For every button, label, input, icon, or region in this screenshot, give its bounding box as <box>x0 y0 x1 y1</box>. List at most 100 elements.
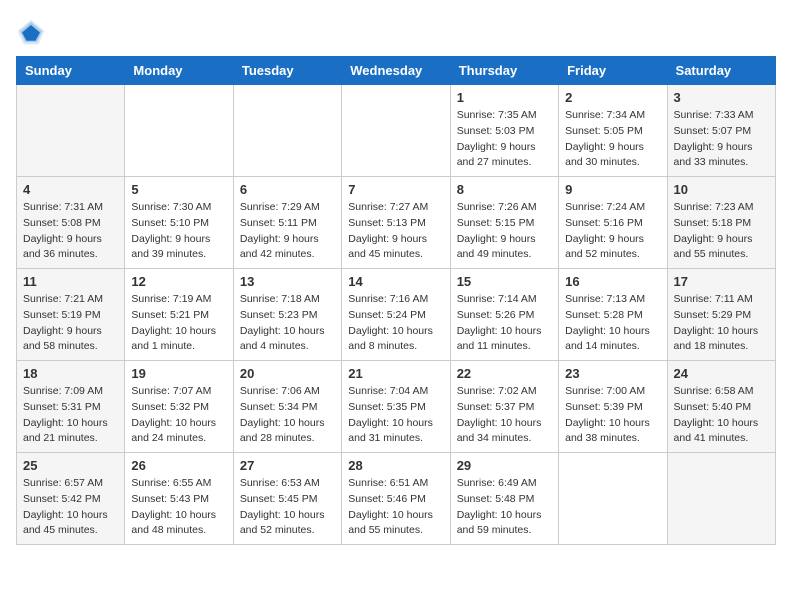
calendar-header-row: SundayMondayTuesdayWednesdayThursdayFrid… <box>17 57 776 85</box>
calendar-cell <box>17 85 125 177</box>
day-number: 5 <box>131 182 226 197</box>
calendar-cell: 10 Sunrise: 7:23 AM Sunset: 5:18 PM Dayli… <box>667 177 775 269</box>
day-info: Sunrise: 7:33 AM Sunset: 5:07 PM Dayligh… <box>674 108 769 171</box>
day-number: 8 <box>457 182 552 197</box>
calendar-cell <box>667 453 775 545</box>
day-header-thursday: Thursday <box>450 57 558 85</box>
day-info: Sunrise: 7:06 AM Sunset: 5:34 PM Dayligh… <box>240 384 335 447</box>
day-info: Sunrise: 7:02 AM Sunset: 5:37 PM Dayligh… <box>457 384 552 447</box>
calendar-cell: 5 Sunrise: 7:30 AM Sunset: 5:10 PM Daylig… <box>125 177 233 269</box>
calendar-cell: 9Sunrise: 7:24 AM Sunset: 5:16 PM Daylig… <box>559 177 667 269</box>
page-header <box>16 16 776 46</box>
day-info: Sunrise: 6:55 AM Sunset: 5:43 PM Dayligh… <box>131 476 226 539</box>
calendar-cell: 21 Sunrise: 7:04 AM Sunset: 5:35 PM Dayli… <box>342 361 450 453</box>
day-info: Sunrise: 7:07 AM Sunset: 5:32 PM Dayligh… <box>131 384 226 447</box>
day-info: Sunrise: 7:14 AM Sunset: 5:26 PM Dayligh… <box>457 292 552 355</box>
day-info: Sunrise: 7:11 AM Sunset: 5:29 PM Dayligh… <box>674 292 769 355</box>
calendar-cell: 27 Sunrise: 6:53 AM Sunset: 5:45 PM Dayli… <box>233 453 341 545</box>
day-number: 26 <box>131 458 226 473</box>
calendar-week-row: 1 Sunrise: 7:35 AM Sunset: 5:03 PM Daylig… <box>17 85 776 177</box>
calendar-cell: 1 Sunrise: 7:35 AM Sunset: 5:03 PM Daylig… <box>450 85 558 177</box>
day-header-monday: Monday <box>125 57 233 85</box>
day-header-wednesday: Wednesday <box>342 57 450 85</box>
day-header-sunday: Sunday <box>17 57 125 85</box>
day-number: 17 <box>674 274 769 289</box>
calendar-cell: 14 Sunrise: 7:16 AM Sunset: 5:24 PM Dayli… <box>342 269 450 361</box>
day-number: 1 <box>457 90 552 105</box>
day-number: 22 <box>457 366 552 381</box>
calendar-cell: 25Sunrise: 6:57 AM Sunset: 5:42 PM Dayli… <box>17 453 125 545</box>
day-info: Sunrise: 7:18 AM Sunset: 5:23 PM Dayligh… <box>240 292 335 355</box>
day-info: Sunrise: 6:58 AM Sunset: 5:40 PM Dayligh… <box>674 384 769 447</box>
calendar-cell: 11 Sunrise: 7:21 AM Sunset: 5:19 PM Dayli… <box>17 269 125 361</box>
day-info: Sunrise: 7:35 AM Sunset: 5:03 PM Dayligh… <box>457 108 552 171</box>
day-number: 27 <box>240 458 335 473</box>
calendar-week-row: 18Sunrise: 7:09 AM Sunset: 5:31 PM Dayli… <box>17 361 776 453</box>
day-info: Sunrise: 7:26 AM Sunset: 5:15 PM Dayligh… <box>457 200 552 263</box>
day-number: 16 <box>565 274 660 289</box>
day-info: Sunrise: 6:57 AM Sunset: 5:42 PM Dayligh… <box>23 476 118 539</box>
day-info: Sunrise: 7:23 AM Sunset: 5:18 PM Dayligh… <box>674 200 769 263</box>
day-number: 6 <box>240 182 335 197</box>
calendar-week-row: 11 Sunrise: 7:21 AM Sunset: 5:19 PM Dayli… <box>17 269 776 361</box>
day-number: 20 <box>240 366 335 381</box>
calendar-cell: 13 Sunrise: 7:18 AM Sunset: 5:23 PM Dayli… <box>233 269 341 361</box>
day-info: Sunrise: 6:51 AM Sunset: 5:46 PM Dayligh… <box>348 476 443 539</box>
calendar-week-row: 25Sunrise: 6:57 AM Sunset: 5:42 PM Dayli… <box>17 453 776 545</box>
day-number: 7 <box>348 182 443 197</box>
calendar-cell: 6 Sunrise: 7:29 AM Sunset: 5:11 PM Daylig… <box>233 177 341 269</box>
calendar-cell <box>559 453 667 545</box>
day-info: Sunrise: 7:09 AM Sunset: 5:31 PM Dayligh… <box>23 384 118 447</box>
calendar-cell: 26 Sunrise: 6:55 AM Sunset: 5:43 PM Dayli… <box>125 453 233 545</box>
day-number: 2 <box>565 90 660 105</box>
day-number: 4 <box>23 182 118 197</box>
logo <box>16 16 50 46</box>
calendar-cell: 19 Sunrise: 7:07 AM Sunset: 5:32 PM Dayli… <box>125 361 233 453</box>
calendar-cell <box>233 85 341 177</box>
day-number: 12 <box>131 274 226 289</box>
day-number: 11 <box>23 274 118 289</box>
calendar-cell: 29 Sunrise: 6:49 AM Sunset: 5:48 PM Dayli… <box>450 453 558 545</box>
calendar-cell <box>125 85 233 177</box>
calendar-cell: 20 Sunrise: 7:06 AM Sunset: 5:34 PM Dayli… <box>233 361 341 453</box>
day-number: 13 <box>240 274 335 289</box>
day-number: 23 <box>565 366 660 381</box>
day-info: Sunrise: 7:16 AM Sunset: 5:24 PM Dayligh… <box>348 292 443 355</box>
day-number: 21 <box>348 366 443 381</box>
day-header-friday: Friday <box>559 57 667 85</box>
day-number: 14 <box>348 274 443 289</box>
day-info: Sunrise: 7:19 AM Sunset: 5:21 PM Dayligh… <box>131 292 226 355</box>
day-info: Sunrise: 7:29 AM Sunset: 5:11 PM Dayligh… <box>240 200 335 263</box>
day-header-tuesday: Tuesday <box>233 57 341 85</box>
day-number: 29 <box>457 458 552 473</box>
day-info: Sunrise: 6:53 AM Sunset: 5:45 PM Dayligh… <box>240 476 335 539</box>
calendar-week-row: 4 Sunrise: 7:31 AM Sunset: 5:08 PM Daylig… <box>17 177 776 269</box>
day-info: Sunrise: 7:31 AM Sunset: 5:08 PM Dayligh… <box>23 200 118 263</box>
calendar-cell: 8 Sunrise: 7:26 AM Sunset: 5:15 PM Daylig… <box>450 177 558 269</box>
calendar-cell: 16Sunrise: 7:13 AM Sunset: 5:28 PM Dayli… <box>559 269 667 361</box>
logo-icon <box>16 16 46 46</box>
day-info: Sunrise: 7:00 AM Sunset: 5:39 PM Dayligh… <box>565 384 660 447</box>
calendar-cell: 18Sunrise: 7:09 AM Sunset: 5:31 PM Dayli… <box>17 361 125 453</box>
calendar-cell: 3 Sunrise: 7:33 AM Sunset: 5:07 PM Daylig… <box>667 85 775 177</box>
calendar-cell: 2 Sunrise: 7:34 AM Sunset: 5:05 PM Daylig… <box>559 85 667 177</box>
day-info: Sunrise: 7:04 AM Sunset: 5:35 PM Dayligh… <box>348 384 443 447</box>
calendar-table: SundayMondayTuesdayWednesdayThursdayFrid… <box>16 56 776 545</box>
day-number: 10 <box>674 182 769 197</box>
day-number: 15 <box>457 274 552 289</box>
day-info: Sunrise: 7:30 AM Sunset: 5:10 PM Dayligh… <box>131 200 226 263</box>
day-number: 24 <box>674 366 769 381</box>
day-header-saturday: Saturday <box>667 57 775 85</box>
calendar-cell: 28Sunrise: 6:51 AM Sunset: 5:46 PM Dayli… <box>342 453 450 545</box>
day-info: Sunrise: 7:27 AM Sunset: 5:13 PM Dayligh… <box>348 200 443 263</box>
calendar-cell <box>342 85 450 177</box>
day-number: 19 <box>131 366 226 381</box>
calendar-cell: 12 Sunrise: 7:19 AM Sunset: 5:21 PM Dayli… <box>125 269 233 361</box>
calendar-cell: 24 Sunrise: 6:58 AM Sunset: 5:40 PM Dayli… <box>667 361 775 453</box>
day-info: Sunrise: 7:21 AM Sunset: 5:19 PM Dayligh… <box>23 292 118 355</box>
day-info: Sunrise: 6:49 AM Sunset: 5:48 PM Dayligh… <box>457 476 552 539</box>
day-number: 3 <box>674 90 769 105</box>
calendar-cell: 15 Sunrise: 7:14 AM Sunset: 5:26 PM Dayli… <box>450 269 558 361</box>
day-info: Sunrise: 7:34 AM Sunset: 5:05 PM Dayligh… <box>565 108 660 171</box>
day-number: 9 <box>565 182 660 197</box>
